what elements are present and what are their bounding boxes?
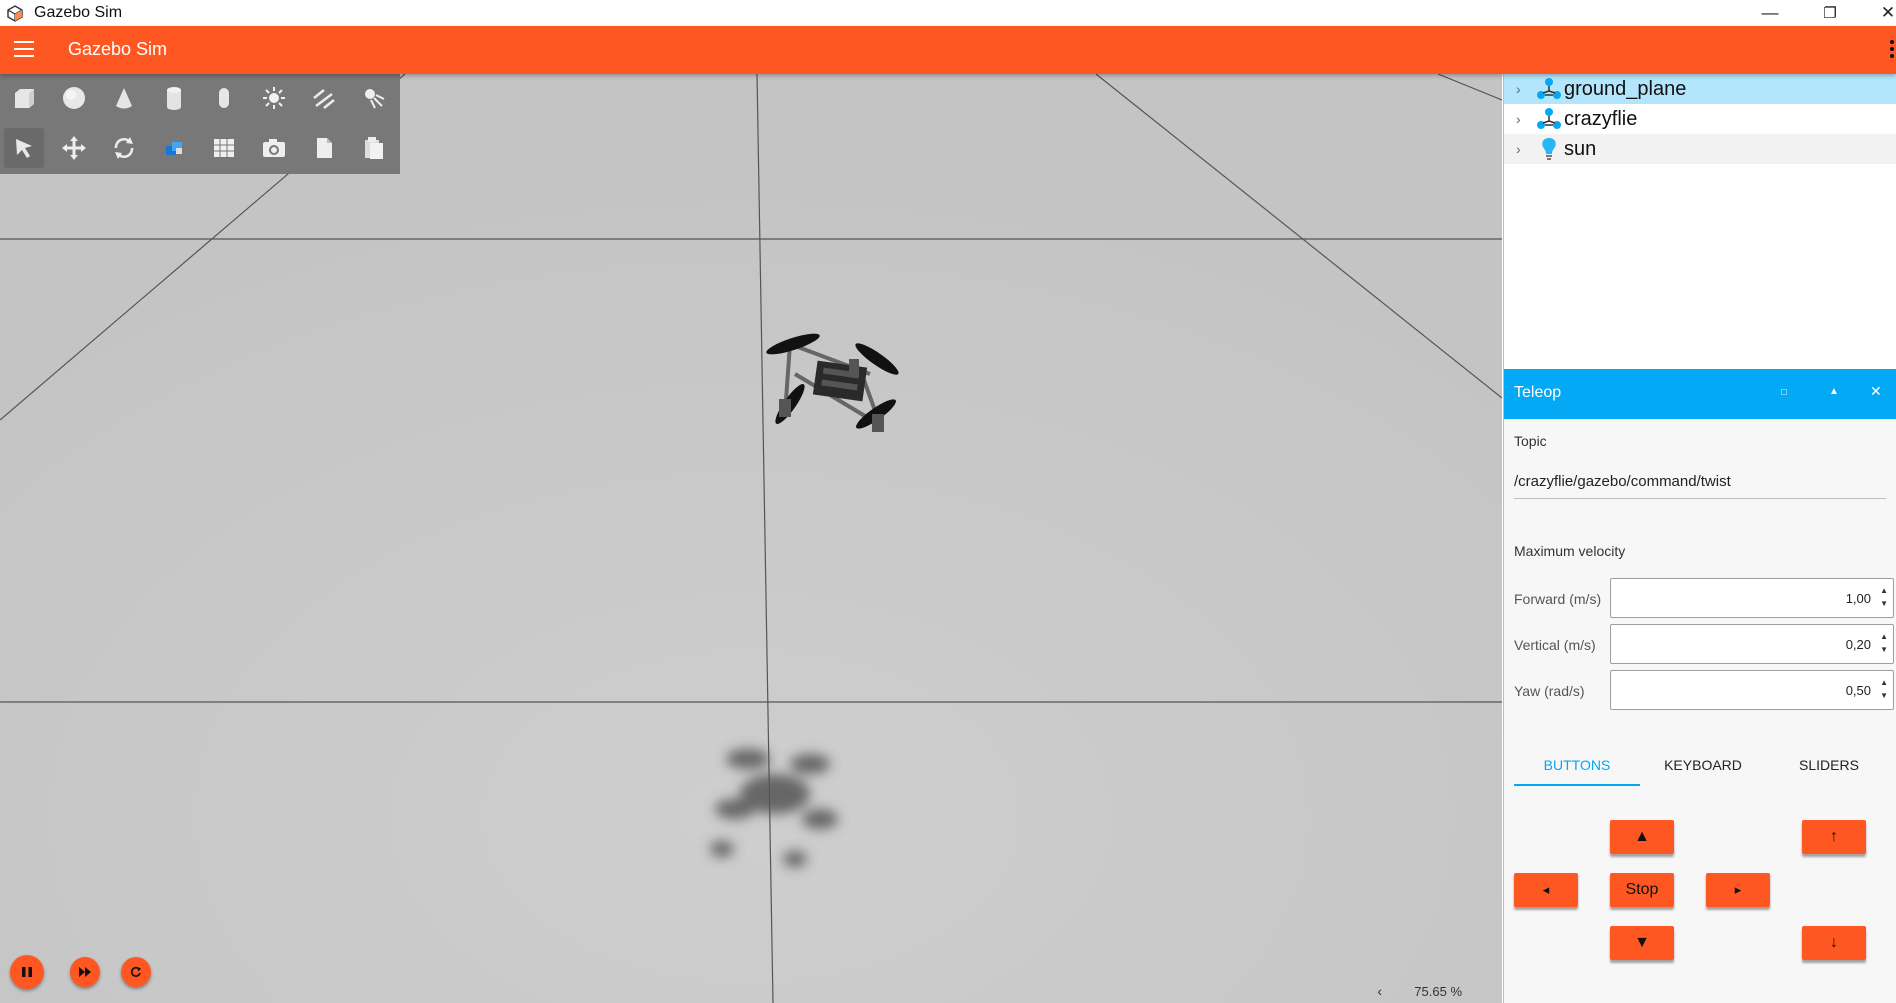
yaw-label: Yaw (rad/s) <box>1514 683 1585 699</box>
tab-keyboard[interactable]: KEYBOARD <box>1640 752 1766 784</box>
sphere-icon[interactable] <box>54 78 94 118</box>
real-time-factor: 75.65 % <box>1414 984 1462 999</box>
collapse-button[interactable]: ▲ <box>1829 386 1839 397</box>
scene-3d-viewport[interactable]: ‹ 75.65 % <box>0 74 1502 1003</box>
pause-icon <box>22 967 32 977</box>
app-title: Gazebo Sim <box>68 39 168 59</box>
max-velocity-label: Maximum velocity <box>1514 543 1626 559</box>
sun-light-icon[interactable] <box>254 78 294 118</box>
spin-down-icon[interactable]: ▼ <box>1880 692 1888 700</box>
fast-forward-icon <box>79 967 91 977</box>
spin-down-icon[interactable]: ▼ <box>1880 646 1888 654</box>
close-plugin-button[interactable]: ✕ <box>1870 383 1882 400</box>
model-icon <box>1537 108 1561 129</box>
topic-field[interactable]: /crazyflie/gazebo/command/twist <box>1514 473 1886 499</box>
shapes-and-tools-toolbar <box>0 74 400 174</box>
app-bar: Gazebo Sim <box>0 26 1896 74</box>
teleop-panel: Teleop □ ▲ ✕ Topic /crazyflie/gazebo/com… <box>1504 369 1896 1003</box>
vertical-label: Vertical (m/s) <box>1514 637 1596 653</box>
vertical-value: 0,20 <box>1845 637 1871 652</box>
tree-item-crazyflie[interactable]: › crazyflie <box>1504 104 1896 134</box>
capsule-icon[interactable] <box>204 78 244 118</box>
chevron-right-icon[interactable]: › <box>1516 141 1530 157</box>
ground-grid <box>0 74 1502 1003</box>
yaw-value: 0,50 <box>1845 683 1871 698</box>
reset-button[interactable] <box>121 957 151 987</box>
window-title: Gazebo Sim <box>34 4 123 21</box>
spot-light-icon[interactable] <box>354 78 394 118</box>
right-panel: › ground_plane › crazyflie › sun Teleop … <box>1503 74 1896 1003</box>
forward-value: 1,00 <box>1845 591 1871 606</box>
yaw-velocity-spinbox[interactable]: 0,50 ▲ ▼ <box>1610 670 1894 710</box>
tree-item-label: crazyflie <box>1564 107 1638 130</box>
chevron-right-icon[interactable]: › <box>1516 81 1530 97</box>
lights-icon[interactable] <box>154 128 194 168</box>
translate-icon[interactable] <box>54 128 94 168</box>
pause-button[interactable] <box>10 955 44 989</box>
tree-item-ground-plane[interactable]: › ground_plane <box>1504 74 1896 104</box>
left-button[interactable]: ◂ <box>1514 873 1578 907</box>
chevron-right-icon[interactable]: › <box>1516 111 1530 127</box>
right-button[interactable]: ▸ <box>1706 873 1770 907</box>
hamburger-icon[interactable] <box>14 41 34 59</box>
spin-down-icon[interactable]: ▼ <box>1880 600 1888 608</box>
grid-icon[interactable] <box>204 128 244 168</box>
close-window-button[interactable]: ✕ <box>1864 0 1896 26</box>
spin-up-icon[interactable]: ▲ <box>1880 587 1888 595</box>
select-arrow-icon[interactable] <box>4 128 44 168</box>
model-icon <box>1537 78 1561 99</box>
vertical-velocity-spinbox[interactable]: 0,20 ▲ ▼ <box>1610 624 1894 664</box>
directional-light-icon[interactable] <box>304 78 344 118</box>
paste-icon[interactable] <box>354 128 394 168</box>
backward-button[interactable]: ▼ <box>1610 926 1674 960</box>
light-bulb-icon <box>1542 138 1556 160</box>
cone-icon[interactable] <box>104 78 144 118</box>
forward-velocity-spinbox[interactable]: 1,00 ▲ ▼ <box>1610 578 1894 618</box>
restore-button[interactable]: ❐ <box>1806 0 1854 26</box>
tree-item-sun[interactable]: › sun <box>1504 134 1896 164</box>
tab-sliders[interactable]: SLIDERS <box>1766 752 1892 784</box>
rtf-collapse-button[interactable]: ‹ <box>1377 983 1382 999</box>
forward-button[interactable]: ▲ <box>1610 820 1674 854</box>
topic-label: Topic <box>1514 433 1547 449</box>
spin-up-icon[interactable]: ▲ <box>1880 633 1888 641</box>
tree-item-label: sun <box>1564 137 1597 160</box>
teleop-header: Teleop □ ▲ ✕ <box>1504 369 1896 419</box>
forward-label: Forward (m/s) <box>1514 591 1602 607</box>
cylinder-icon[interactable] <box>154 78 194 118</box>
entity-tree: › ground_plane › crazyflie › sun <box>1504 74 1896 164</box>
undock-button[interactable]: □ <box>1781 387 1787 398</box>
rotate-icon[interactable] <box>104 128 144 168</box>
tree-item-label: ground_plane <box>1564 77 1687 100</box>
window-title-bar: Gazebo Sim — ❐ ✕ <box>0 0 1896 26</box>
minimize-button[interactable]: — <box>1746 0 1794 26</box>
copy-icon[interactable] <box>304 128 344 168</box>
teleop-title: Teleop <box>1514 384 1562 401</box>
teleop-tabs: BUTTONS KEYBOARD SLIDERS <box>1514 752 1892 786</box>
camera-icon[interactable] <box>254 128 294 168</box>
box-icon[interactable] <box>4 78 44 118</box>
reset-icon <box>130 966 141 977</box>
up-button[interactable]: ↑ <box>1802 820 1866 854</box>
kebab-icon[interactable] <box>1890 40 1896 60</box>
gazebo-app-icon <box>7 5 23 22</box>
step-button[interactable] <box>70 957 100 987</box>
spin-up-icon[interactable]: ▲ <box>1880 679 1888 687</box>
tab-buttons[interactable]: BUTTONS <box>1514 752 1640 786</box>
down-button[interactable]: ↓ <box>1802 926 1866 960</box>
stop-button[interactable]: Stop <box>1610 873 1674 907</box>
